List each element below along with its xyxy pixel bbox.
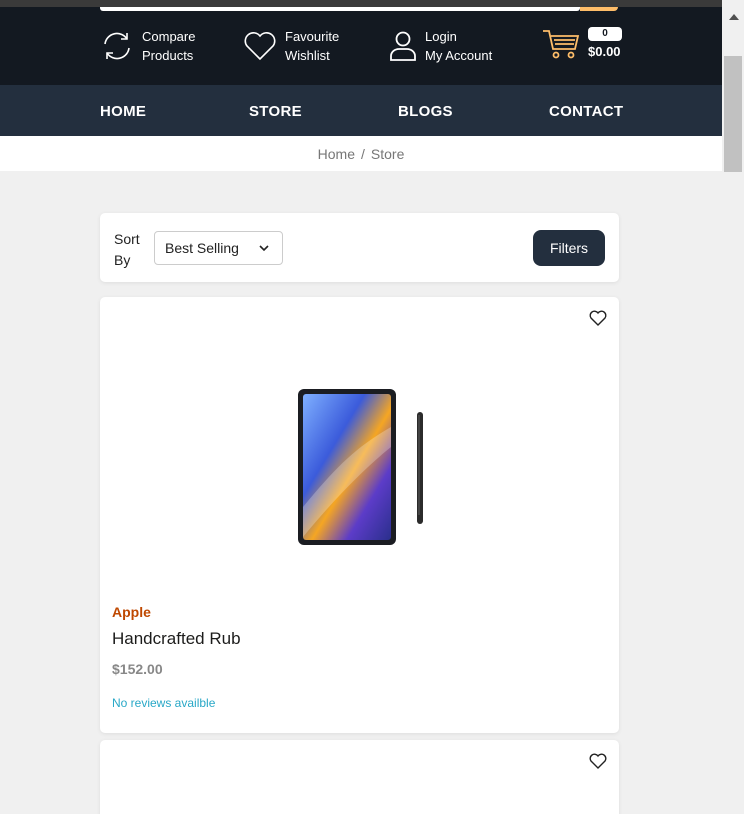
account-line2: My Account bbox=[425, 48, 493, 63]
account-link[interactable]: Login My Account bbox=[389, 27, 492, 65]
wishlist-link[interactable]: Favourite Wishlist bbox=[243, 27, 339, 65]
scrollbar-thumb[interactable] bbox=[724, 56, 742, 172]
site-header: Compare Products Favourite Wishlist Logi… bbox=[0, 7, 722, 85]
sort-select[interactable]: Best Selling bbox=[154, 231, 283, 265]
account-line1: Login bbox=[425, 29, 457, 44]
scroll-up-arrow-icon[interactable] bbox=[729, 14, 739, 20]
compare-line1: Compare bbox=[142, 29, 196, 44]
cart-link[interactable]: 0 $0.00 bbox=[542, 27, 622, 61]
wishlist-heart-icon[interactable] bbox=[589, 310, 607, 326]
heart-icon bbox=[244, 32, 276, 61]
cart-total: $0.00 bbox=[588, 44, 621, 59]
breadcrumb-home[interactable]: Home bbox=[318, 146, 355, 162]
product-brand: Apple bbox=[112, 604, 151, 620]
product-card[interactable]: Apple Handcrafted Rub $152.00 No reviews… bbox=[100, 297, 619, 733]
user-icon bbox=[390, 31, 416, 61]
sort-selected-value: Best Selling bbox=[165, 240, 239, 256]
compare-refresh-icon bbox=[104, 32, 130, 60]
sort-label: Sort By bbox=[114, 231, 140, 268]
nav-store[interactable]: STORE bbox=[249, 103, 302, 120]
compare-line2: Products bbox=[142, 48, 194, 63]
compare-products-link[interactable]: Compare Products bbox=[100, 27, 195, 65]
breadcrumb-separator: / bbox=[361, 146, 365, 162]
search-input[interactable] bbox=[100, 7, 580, 11]
browser-top-strip bbox=[0, 0, 722, 7]
sort-bar: Sort By Best Selling Filters bbox=[100, 213, 619, 282]
nav-contact[interactable]: CONTACT bbox=[549, 103, 623, 120]
breadcrumb: Home / Store bbox=[0, 136, 722, 171]
chevron-down-icon bbox=[259, 245, 269, 252]
tablet-product-image bbox=[298, 389, 423, 545]
cart-count-badge: 0 bbox=[588, 27, 622, 41]
wishlist-heart-icon[interactable] bbox=[589, 753, 607, 769]
filters-button[interactable]: Filters bbox=[533, 230, 605, 266]
search-button[interactable] bbox=[580, 7, 618, 11]
main-nav: HOME STORE BLOGS CONTACT bbox=[0, 85, 722, 136]
wishlist-line1: Favourite bbox=[285, 29, 340, 44]
cart-icon bbox=[543, 30, 580, 59]
product-card[interactable] bbox=[100, 740, 619, 814]
product-reviews: No reviews availble bbox=[112, 696, 216, 710]
nav-blogs[interactable]: BLOGS bbox=[398, 103, 453, 120]
product-price: $152.00 bbox=[112, 661, 163, 677]
wishlist-line2: Wishlist bbox=[285, 48, 330, 63]
nav-home[interactable]: HOME bbox=[100, 103, 146, 120]
breadcrumb-current: Store bbox=[370, 146, 405, 162]
product-name[interactable]: Handcrafted Rub bbox=[112, 629, 241, 649]
